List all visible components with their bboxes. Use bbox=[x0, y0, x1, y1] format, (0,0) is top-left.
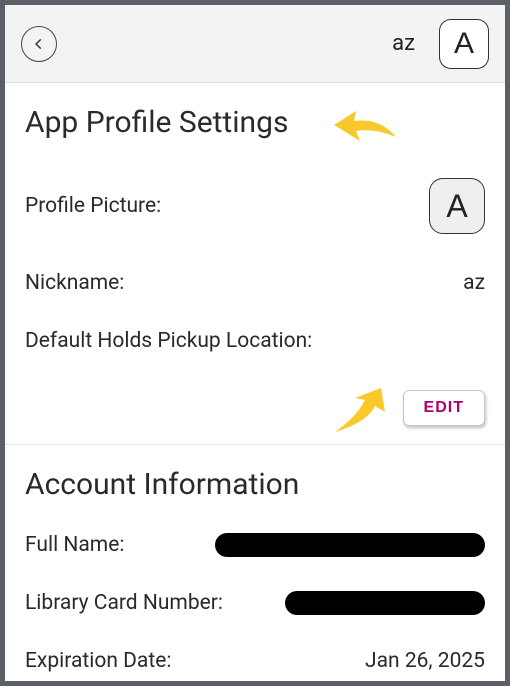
card-number-label: Library Card Number: bbox=[25, 591, 223, 615]
annotation-arrow-title-icon bbox=[330, 101, 404, 155]
avatar-button[interactable]: A bbox=[439, 19, 489, 69]
top-bar: az A bbox=[5, 5, 505, 83]
edit-row: EDIT bbox=[25, 390, 485, 444]
edit-button[interactable]: EDIT bbox=[403, 390, 485, 426]
expiration-value: Jan 26, 2025 bbox=[365, 649, 485, 673]
card-number-row: Library Card Number: bbox=[25, 588, 485, 618]
account-section-title: Account Information bbox=[25, 467, 299, 502]
topbar-username: az bbox=[392, 31, 415, 56]
pickup-location-row: Default Holds Pickup Location: bbox=[25, 326, 485, 356]
fullname-label: Full Name: bbox=[25, 533, 124, 557]
expiration-row: Expiration Date: Jan 26, 2025 bbox=[25, 646, 485, 676]
annotation-arrow-edit-icon bbox=[325, 384, 389, 436]
content: App Profile Settings Profile Picture: A … bbox=[5, 83, 505, 676]
chevron-left-icon bbox=[32, 37, 46, 51]
nickname-label: Nickname: bbox=[25, 271, 124, 295]
page-title: App Profile Settings bbox=[25, 105, 288, 140]
profile-picture-row: Profile Picture: A bbox=[25, 178, 485, 234]
back-button[interactable] bbox=[21, 26, 57, 62]
screen: az A App Profile Settings Profile Pictur… bbox=[5, 5, 505, 681]
pickup-location-label: Default Holds Pickup Location: bbox=[25, 329, 312, 353]
expiration-label: Expiration Date: bbox=[25, 649, 171, 673]
card-number-redacted bbox=[285, 591, 485, 615]
nickname-row: Nickname: az bbox=[25, 268, 485, 298]
section-divider bbox=[5, 444, 505, 445]
fullname-row: Full Name: bbox=[25, 530, 485, 560]
fullname-redacted bbox=[215, 533, 485, 557]
profile-picture-label: Profile Picture: bbox=[25, 194, 161, 218]
nickname-value: az bbox=[463, 271, 485, 295]
profile-picture-avatar[interactable]: A bbox=[429, 178, 485, 234]
